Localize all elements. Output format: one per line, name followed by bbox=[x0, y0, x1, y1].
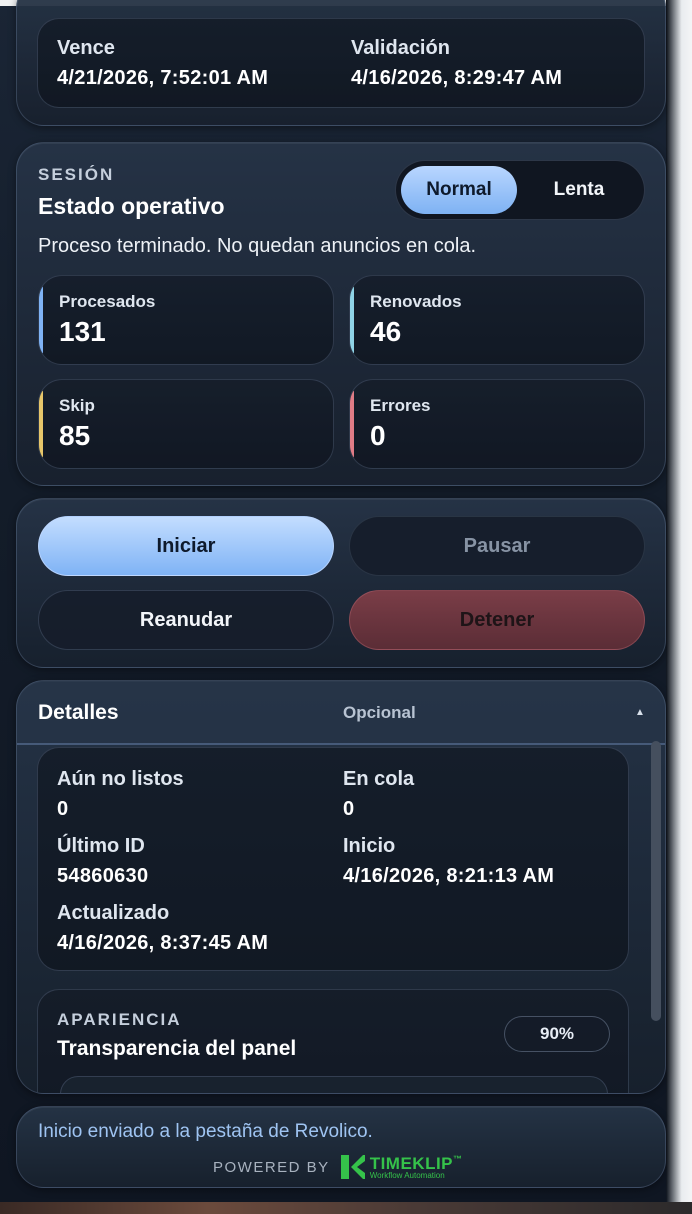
stat-accent bbox=[39, 390, 43, 458]
stat-accent bbox=[350, 286, 354, 354]
validation-label: Validación bbox=[351, 37, 450, 59]
opacity-value-badge: 90% bbox=[504, 1016, 610, 1052]
appearance-title: Transparencia del panel bbox=[57, 1037, 297, 1060]
opacity-slider[interactable] bbox=[60, 1076, 608, 1093]
session-status-text: Proceso terminado. No quedan anuncios en… bbox=[38, 235, 477, 257]
details-optional-label: Opcional bbox=[343, 703, 416, 722]
not-ready-label: Aún no listos bbox=[57, 768, 184, 790]
stat-renewed: Renovados 46 bbox=[349, 275, 645, 365]
session-eyebrow: SESIÓN bbox=[38, 165, 115, 184]
mode-normal-button[interactable]: Normal bbox=[401, 166, 517, 214]
stat-value: 46 bbox=[370, 316, 402, 347]
validation-value: 4/16/2026, 8:29:47 AM bbox=[351, 67, 563, 89]
start-time-label: Inicio bbox=[343, 835, 396, 857]
stat-value: 0 bbox=[370, 420, 386, 451]
session-title: Estado operativo bbox=[38, 193, 225, 219]
stat-label: Renovados bbox=[370, 292, 462, 311]
stat-accent bbox=[39, 286, 43, 354]
controls-card: Iniciar Pausar Reanudar Detener bbox=[16, 498, 666, 668]
speed-mode-toggle: Normal Lenta bbox=[395, 160, 645, 220]
scrollbar-thumb[interactable] bbox=[651, 741, 661, 1021]
not-ready-value: 0 bbox=[57, 798, 69, 820]
expires-label: Vence bbox=[57, 37, 115, 59]
details-grid: Aún no listos 0 En cola 0 Último ID 5486… bbox=[37, 747, 629, 971]
collapse-chevron-icon[interactable]: ▲ bbox=[635, 707, 645, 718]
browser-frame-edge bbox=[666, 0, 692, 1214]
powered-by-label: POWERED BY bbox=[213, 1158, 330, 1176]
session-card: SESIÓN Estado operativo Normal Lenta Pro… bbox=[16, 142, 666, 486]
timeklip-logo-icon bbox=[340, 1155, 365, 1179]
stat-label: Procesados bbox=[59, 292, 156, 311]
stat-accent bbox=[350, 390, 354, 458]
details-title: Detalles bbox=[38, 701, 119, 724]
footer-status-message: Inicio enviado a la pestaña de Revolico. bbox=[38, 1121, 373, 1142]
stat-skip: Skip 85 bbox=[38, 379, 334, 469]
updated-label: Actualizado bbox=[57, 902, 170, 924]
details-card: Detalles Opcional ▲ Aún no listos 0 En c… bbox=[16, 680, 666, 1094]
brand-wordmark: TIMEKLIP™ Workflow Automation bbox=[369, 1153, 463, 1180]
mode-slow-button[interactable]: Lenta bbox=[521, 166, 637, 214]
stop-button[interactable]: Detener bbox=[349, 590, 645, 650]
brand-trademark: ™ bbox=[453, 1153, 463, 1164]
last-id-label: Último ID bbox=[57, 835, 145, 857]
stat-processed: Procesados 131 bbox=[38, 275, 334, 365]
details-header[interactable]: Detalles Opcional ▲ bbox=[17, 681, 665, 745]
stat-value: 131 bbox=[59, 316, 106, 347]
start-time-value: 4/16/2026, 8:21:13 AM bbox=[343, 865, 555, 887]
updated-value: 4/16/2026, 8:37:45 AM bbox=[57, 932, 269, 954]
resume-button[interactable]: Reanudar bbox=[38, 590, 334, 650]
start-button[interactable]: Iniciar bbox=[38, 516, 334, 576]
appearance-panel: APARIENCIA Transparencia del panel 90% bbox=[37, 989, 629, 1093]
stat-value: 85 bbox=[59, 420, 91, 451]
license-card: Vence 4/21/2026, 7:52:01 AM Validación 4… bbox=[16, 0, 666, 126]
stat-label: Skip bbox=[59, 396, 95, 415]
last-id-value: 54860630 bbox=[57, 865, 149, 887]
powered-by: POWERED BY TIMEKLIP™ Workflow Automation bbox=[213, 1153, 463, 1181]
details-scrollbar[interactable] bbox=[651, 741, 661, 1021]
license-info: Vence 4/21/2026, 7:52:01 AM Validación 4… bbox=[37, 18, 645, 108]
brand-tagline: Workflow Automation bbox=[369, 1170, 445, 1180]
browser-frame-bottom bbox=[0, 1202, 692, 1214]
queue-value: 0 bbox=[343, 798, 355, 820]
pause-button[interactable]: Pausar bbox=[349, 516, 645, 576]
queue-label: En cola bbox=[343, 768, 415, 790]
stat-errors: Errores 0 bbox=[349, 379, 645, 469]
expires-value: 4/21/2026, 7:52:01 AM bbox=[57, 67, 269, 89]
footer-card: Inicio enviado a la pestaña de Revolico.… bbox=[16, 1106, 666, 1188]
brand-name: TIMEKLIP bbox=[369, 1153, 454, 1173]
stat-label: Errores bbox=[370, 396, 431, 415]
appearance-eyebrow: APARIENCIA bbox=[57, 1010, 182, 1029]
